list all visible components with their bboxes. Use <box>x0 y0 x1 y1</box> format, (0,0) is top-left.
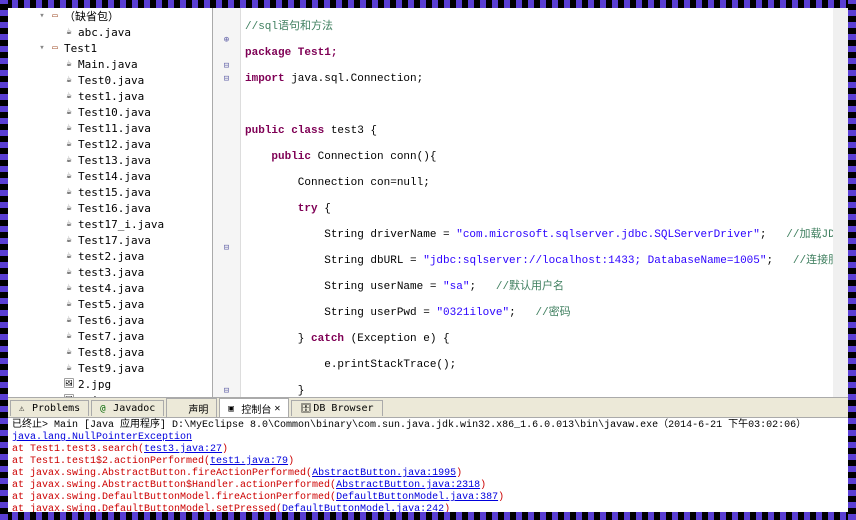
console-output[interactable]: 已终止> Main [Java 应用程序] D:\MyEclipse 8.0\C… <box>8 417 848 512</box>
tree-file[interactable]: abc.java <box>8 24 212 40</box>
tree-file[interactable]: Test17.java <box>8 232 212 248</box>
tab-console[interactable]: 控制台 ✕ <box>219 398 289 418</box>
tree-package-default[interactable]: ▾（缺省包） <box>8 8 212 24</box>
tab-db-browser[interactable]: DB Browser <box>291 400 382 416</box>
tree-file[interactable]: Test16.java <box>8 200 212 216</box>
tab-problems[interactable]: Problems <box>10 400 89 416</box>
source-area[interactable]: //sql语句和方法 package Test1; import java.sq… <box>241 8 833 397</box>
db-icon <box>300 403 310 413</box>
tree-file[interactable]: Test6.java <box>8 312 212 328</box>
tree-file[interactable]: Test10.java <box>8 104 212 120</box>
tree-file[interactable]: Test14.java <box>8 168 212 184</box>
stack-link[interactable]: DefaultButtonModel.java:387 <box>336 492 498 503</box>
gutter[interactable] <box>213 8 241 397</box>
editor-scrollbar[interactable] <box>833 8 848 397</box>
tree-file[interactable]: Test5.java <box>8 296 212 312</box>
tree-file[interactable]: Test7.java <box>8 328 212 344</box>
tree-file[interactable]: test3.java <box>8 264 212 280</box>
tree-file[interactable]: Test0.java <box>8 72 212 88</box>
tree-file[interactable]: Test8.java <box>8 344 212 360</box>
warning-icon <box>19 403 29 413</box>
tree-file[interactable]: test2.java <box>8 248 212 264</box>
javadoc-icon <box>100 403 110 413</box>
bottom-tab-bar: Problems Javadoc 声明 控制台 ✕ DB Browser <box>8 397 848 417</box>
stack-link[interactable]: DefaultButtonModel.java:242 <box>282 504 444 512</box>
stack-link[interactable]: test1.java:79 <box>210 456 288 467</box>
code-editor[interactable]: //sql语句和方法 package Test1; import java.sq… <box>213 8 833 397</box>
package-explorer[interactable]: ▾（缺省包） abc.java ▾Test1 Main.java Test0.j… <box>8 8 213 397</box>
tree-file[interactable]: Main.java <box>8 56 212 72</box>
tree-package-test1[interactable]: ▾Test1 <box>8 40 212 56</box>
tree-file[interactable]: 2.jpg <box>8 376 212 392</box>
tree-file[interactable]: test15.java <box>8 184 212 200</box>
tree-file[interactable]: Test13.java <box>8 152 212 168</box>
tab-declaration[interactable]: 声明 <box>166 398 217 418</box>
tree-file[interactable]: test4.java <box>8 280 212 296</box>
stack-link[interactable]: test3.java:27 <box>144 444 222 455</box>
tree-file[interactable]: Test11.java <box>8 120 212 136</box>
tree-file[interactable]: test1.java <box>8 88 212 104</box>
stack-link[interactable]: AbstractButton.java:2318 <box>336 480 480 491</box>
tree-file[interactable]: Test12.java <box>8 136 212 152</box>
console-icon <box>228 403 238 413</box>
console-termination-line: 已终止> Main [Java 应用程序] D:\MyEclipse 8.0\C… <box>12 420 844 432</box>
stack-link[interactable]: AbstractButton.java:1995 <box>312 468 456 479</box>
tree-file[interactable]: Test9.java <box>8 360 212 376</box>
tree-file[interactable]: test17_i.java <box>8 216 212 232</box>
decl-icon <box>175 403 185 413</box>
tab-javadoc[interactable]: Javadoc <box>91 400 164 416</box>
stack-link[interactable]: java.lang.NullPointerException <box>12 432 192 443</box>
